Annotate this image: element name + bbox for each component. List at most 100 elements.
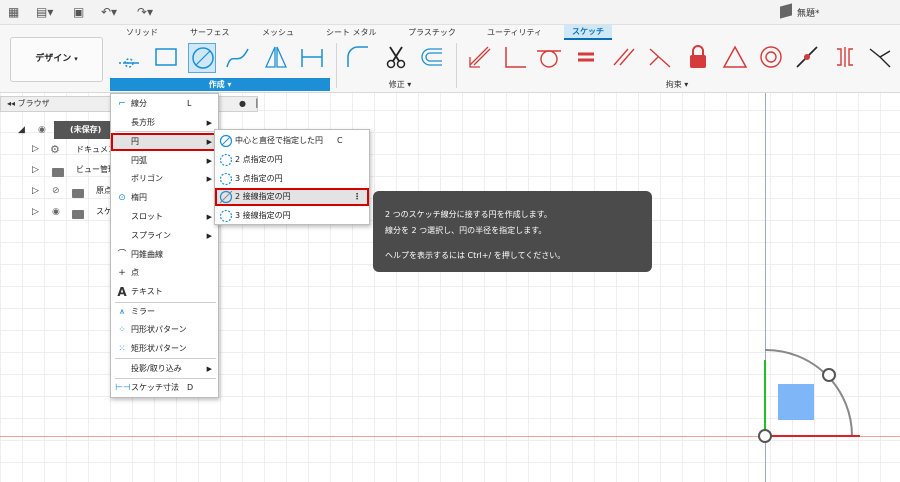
perpendicular-icon	[505, 47, 526, 68]
midpoint-constraint-button[interactable]	[721, 43, 749, 73]
menu-item-sketch-dimension[interactable]: ⊢⊣ スケッチ寸法 D	[111, 379, 218, 397]
menu-item-project-include[interactable]: 投影/取り込み ▶	[111, 360, 218, 378]
offset-tool-button[interactable]	[418, 43, 446, 73]
spline-icon	[226, 48, 249, 68]
chevron-right-icon: ▶	[206, 365, 212, 373]
line-tool-button[interactable]	[115, 43, 143, 73]
parallel-constraint-button[interactable]	[610, 43, 638, 73]
workspace-switcher-button[interactable]: デザイン ▾	[10, 37, 103, 82]
smooth-constraint-button[interactable]	[866, 43, 894, 73]
rectangle-tool-button[interactable]	[152, 43, 180, 73]
submenu-item-label: 3 点指定の円	[235, 174, 283, 183]
chevron-right-icon: ▶	[206, 175, 212, 183]
spline-tool-button[interactable]	[224, 43, 252, 73]
menu-item-point[interactable]: + 点	[111, 264, 218, 282]
scissors-icon	[386, 46, 406, 69]
modify-section-label: 修正	[388, 80, 405, 89]
expand-triangle-icon[interactable]: ▷	[32, 144, 39, 154]
fillet-tool-button[interactable]	[344, 43, 372, 73]
collinear-constraint-button[interactable]	[646, 43, 674, 73]
menu-item-spline[interactable]: スプライン ▶	[111, 227, 218, 245]
symmetry-constraint-button[interactable]	[831, 43, 859, 73]
redo-icon[interactable]: ↷▾	[137, 5, 153, 19]
menu-item-text[interactable]: A テキスト	[111, 283, 218, 301]
collapse-icon[interactable]: ◂◂	[7, 99, 15, 108]
chevron-right-icon: ▶	[206, 232, 212, 240]
menu-item-label: ミラー	[131, 307, 155, 316]
equal-constraint-button[interactable]	[572, 43, 600, 73]
tab-plastic[interactable]: プラスチック	[408, 27, 456, 38]
modify-menu-button[interactable]: 修正 ▾	[340, 78, 460, 91]
three-tangent-circle-icon	[219, 209, 233, 223]
browser-root-item[interactable]: (未保存)	[54, 121, 114, 139]
coincident-constraint-button[interactable]	[466, 43, 494, 73]
expand-triangle-icon[interactable]: ▷	[32, 186, 39, 196]
fix-constraint-button[interactable]	[684, 43, 712, 73]
grid-menu-icon[interactable]: ▦	[8, 5, 19, 19]
menu-item-arc[interactable]: 円弧 ▶	[111, 152, 218, 170]
menu-item-ellipse[interactable]: ⊙ 楕円	[111, 189, 218, 207]
point-icon: +	[118, 268, 126, 278]
submenu-item-three-point-circle[interactable]: 3 点指定の円	[215, 170, 369, 188]
expand-triangle-icon[interactable]: ▷	[32, 165, 39, 175]
menu-item-rectangle[interactable]: 長方形 ▶	[111, 114, 218, 132]
save-icon[interactable]: ▣	[73, 5, 84, 19]
undo-icon[interactable]: ↶▾	[101, 5, 117, 19]
view-cube-face	[778, 384, 814, 420]
submenu-item-three-tangent-circle[interactable]: 3 接線指定の円	[215, 207, 369, 225]
app-bar: ▦ ▤▾ ▣ ↶▾ ↷▾ 無題*	[0, 0, 900, 25]
menu-item-label: 長方形	[131, 118, 155, 127]
menu-item-conic[interactable]: ⌒ 円錐曲線	[111, 246, 218, 264]
coincident-icon	[469, 46, 491, 68]
tangent-constraint-button[interactable]	[535, 43, 563, 73]
menu-item-label: 円	[131, 137, 139, 146]
concentric-constraint-button[interactable]	[757, 43, 785, 73]
circle-tool-button[interactable]	[188, 43, 216, 73]
dimension-icon	[301, 49, 323, 67]
menu-item-line[interactable]: ⌐ 線分 L	[111, 95, 218, 113]
panel-resize-icon[interactable]: ▕	[251, 97, 257, 111]
file-icon[interactable]: ▤▾	[36, 5, 53, 19]
tab-sheet-metal[interactable]: シート メタル	[326, 27, 377, 38]
curvature-constraint-button[interactable]	[793, 43, 821, 73]
expand-triangle-icon[interactable]: ▷	[32, 207, 39, 217]
mirror-tool-button[interactable]	[262, 43, 290, 73]
tab-mesh[interactable]: メッシュ	[262, 27, 294, 38]
submenu-item-two-point-circle[interactable]: 2 点指定の円	[215, 151, 369, 169]
tool-tooltip: 2 つのスケッチ線分に接する円を作成します。 線分を 2 つ選択し、円の半径を指…	[373, 191, 652, 272]
create-menu-button[interactable]: 作成 ▾	[110, 78, 330, 91]
eye-icon[interactable]: ◉	[52, 207, 60, 217]
menu-item-polygon[interactable]: ポリゴン ▶	[111, 170, 218, 188]
menu-item-mirror[interactable]: ⩚ ミラー	[111, 303, 218, 321]
dimension-tool-button[interactable]	[298, 43, 326, 73]
menu-item-label: スプライン	[131, 231, 171, 240]
constrain-menu-button[interactable]: 拘束 ▾	[462, 78, 892, 91]
trim-tool-button[interactable]	[382, 43, 410, 73]
two-tangent-circle-icon	[219, 190, 233, 204]
menu-item-label: 点	[131, 268, 139, 277]
menu-item-circular-pattern[interactable]: ⁘ 円形状パターン	[111, 321, 218, 339]
rectangular-pattern-icon: ⁙	[118, 344, 126, 354]
expand-triangle-icon[interactable]: ◢	[18, 125, 25, 135]
tab-surface[interactable]: サーフェス	[190, 27, 230, 38]
origin-point[interactable]	[758, 429, 772, 443]
tab-sketch[interactable]: スケッチ	[564, 25, 612, 40]
three-point-circle-icon	[219, 172, 233, 186]
menu-item-slot[interactable]: スロット ▶	[111, 208, 218, 226]
menu-item-rectangular-pattern[interactable]: ⁙ 矩形状パターン	[111, 340, 218, 358]
fillet-icon	[347, 46, 368, 67]
eye-icon[interactable]: ◉	[38, 125, 46, 135]
mirror-icon	[264, 46, 288, 68]
circle-icon	[192, 47, 214, 69]
tab-utility[interactable]: ユーティリティ	[487, 27, 542, 38]
minus-icon[interactable]: ●	[239, 97, 246, 111]
more-options-icon[interactable]: ⋮	[353, 188, 361, 206]
submenu-item-two-tangent-circle[interactable]: 2 接線指定の円 ⋮	[215, 188, 369, 206]
menu-item-circle[interactable]: 円 ▶	[111, 133, 218, 151]
eye-hidden-icon[interactable]: ⊘	[52, 186, 60, 196]
perpendicular-constraint-button[interactable]	[500, 43, 528, 73]
circular-pattern-icon: ⁘	[118, 325, 126, 335]
arc-handle-point[interactable]	[822, 368, 836, 382]
submenu-item-center-diameter-circle[interactable]: 中心と直径で指定した円 C	[215, 132, 369, 150]
tab-solid[interactable]: ソリッド	[126, 27, 158, 38]
